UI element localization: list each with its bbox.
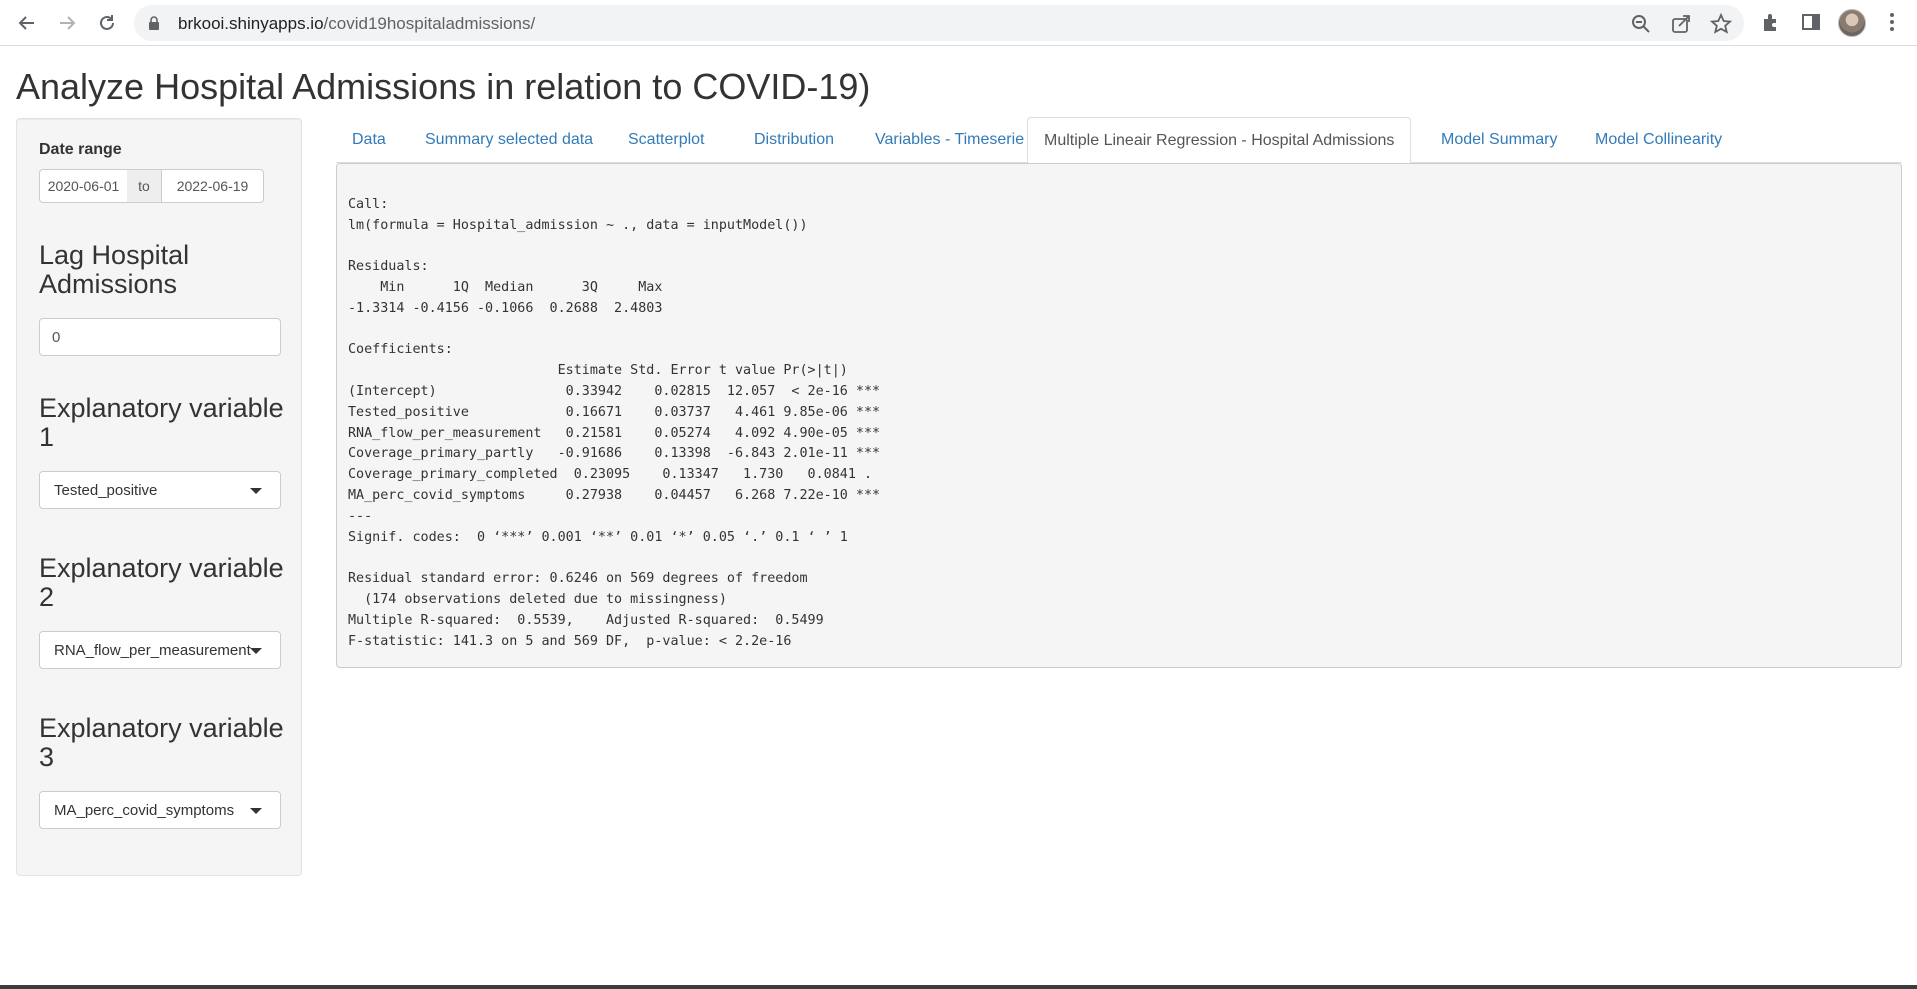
- reload-icon[interactable]: [92, 8, 122, 38]
- share-icon[interactable]: [1670, 13, 1692, 35]
- star-icon[interactable]: [1710, 13, 1732, 35]
- tab-scatterplot[interactable]: Scatterplot: [612, 117, 720, 163]
- chevron-down-icon: [250, 488, 262, 494]
- var1-select[interactable]: Tested_positive: [39, 471, 281, 509]
- tab-model-collinearity[interactable]: Model Collinearity: [1579, 117, 1738, 163]
- lock-icon[interactable]: [146, 15, 162, 31]
- tab-multiple-linear-regression[interactable]: Multiple Lineair Regression - Hospital A…: [1027, 117, 1412, 164]
- url-text: brkooi.shinyapps.io/covid19hospitaladmis…: [178, 14, 536, 33]
- lag-input[interactable]: 0: [39, 318, 281, 356]
- date-range-label: Date range: [39, 141, 122, 158]
- date-range-separator: to: [127, 169, 161, 203]
- sidebar-panel: Date range 2020-06-01 to 2022-06-19 Lag …: [16, 118, 302, 876]
- page-title: Analyze Hospital Admissions in relation …: [16, 66, 871, 107]
- var3-select[interactable]: MA_perc_covid_symptoms: [39, 791, 281, 829]
- chevron-down-icon: [250, 648, 262, 654]
- var2-label: Explanatory variable 2: [39, 553, 284, 612]
- date-start-input[interactable]: 2020-06-01: [39, 169, 128, 203]
- tab-data[interactable]: Data: [336, 117, 402, 163]
- tab-bar: Data Summary selected data Scatterplot D…: [336, 117, 1902, 164]
- var3-label: Explanatory variable 3: [39, 713, 284, 772]
- tab-summary-selected-data[interactable]: Summary selected data: [409, 117, 609, 163]
- tab-distribution[interactable]: Distribution: [738, 117, 850, 163]
- chevron-down-icon: [250, 808, 262, 814]
- var2-select[interactable]: RNA_flow_per_measurement: [39, 631, 281, 669]
- avatar[interactable]: [1838, 9, 1866, 37]
- back-icon[interactable]: [12, 8, 42, 38]
- extensions-icon[interactable]: [1760, 11, 1782, 33]
- lag-label: Lag Hospital Admissions: [39, 240, 190, 299]
- forward-icon[interactable]: [52, 8, 82, 38]
- var2-selected-value: RNA_flow_per_measurement: [54, 641, 251, 659]
- var1-selected-value: Tested_positive: [54, 481, 158, 499]
- tab-model-summary[interactable]: Model Summary: [1425, 117, 1573, 163]
- address-bar[interactable]: brkooi.shinyapps.io/covid19hospitaladmis…: [134, 5, 1744, 41]
- var1-label: Explanatory variable 1: [39, 393, 284, 452]
- date-end-input[interactable]: 2022-06-19: [161, 169, 264, 203]
- zoom-icon[interactable]: [1630, 13, 1652, 35]
- browser-toolbar: brkooi.shinyapps.io/covid19hospitaladmis…: [0, 0, 1917, 46]
- taskbar-edge: [0, 985, 1917, 989]
- regression-output-panel: Call: lm(formula = Hospital_admission ~ …: [336, 163, 1902, 668]
- regression-output-text: Call: lm(formula = Hospital_admission ~ …: [348, 196, 881, 649]
- side-panel-icon[interactable]: [1800, 11, 1822, 33]
- tab-variables-timeserie[interactable]: Variables - Timeserie: [859, 117, 1040, 163]
- menu-icon[interactable]: [1881, 11, 1903, 33]
- var3-selected-value: MA_perc_covid_symptoms: [54, 801, 235, 819]
